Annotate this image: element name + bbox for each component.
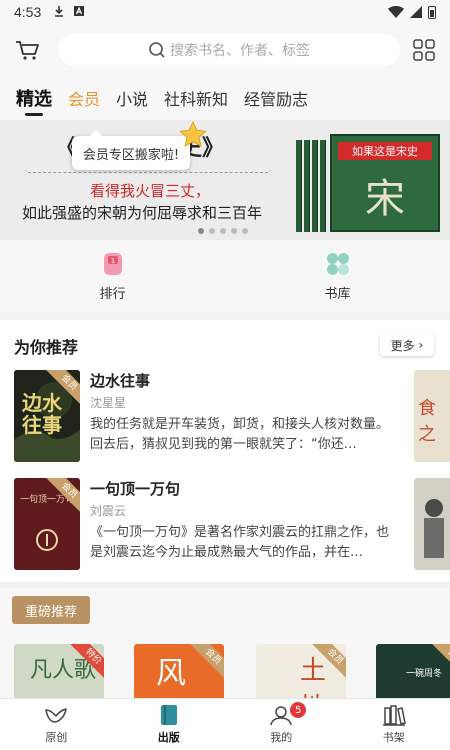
svg-text:1: 1 <box>110 257 114 265</box>
featured-book-cover[interactable]: 一碗周冬 会员 <box>376 644 450 698</box>
nav-original-label: 原创 <box>45 731 68 744</box>
more-button[interactable]: 更多 › <box>380 334 434 356</box>
featured-tag: 重磅推荐 <box>12 596 90 624</box>
pagination-dot <box>198 228 204 234</box>
featured-cover-title: 风 <box>156 656 186 691</box>
tab-business[interactable]: 经管励志 <box>236 76 316 120</box>
library-entry[interactable]: 书库 <box>225 240 450 312</box>
nav-original[interactable]: 原创 <box>0 699 113 750</box>
library-icon <box>326 252 349 275</box>
bird-icon <box>45 708 67 723</box>
book-author: 刘震云 <box>90 504 127 518</box>
search-input[interactable]: 搜索书名、作者、标签 <box>58 34 400 66</box>
vip-ribbon: 会员 <box>190 644 224 680</box>
top-bar: 搜索书名、作者、标签 <box>0 24 450 76</box>
nav-bookshelf-label: 书架 <box>382 731 405 744</box>
nav-mine[interactable]: 我的 5 <box>225 699 338 750</box>
book-cover: 边水往事 会员 <box>14 370 80 462</box>
recommend-heading: 为你推荐 <box>14 338 79 357</box>
nav-publish-label: 出版 <box>157 731 180 744</box>
banner-red-line: 看得我火冒三丈， <box>90 182 211 200</box>
featured-book-cover[interactable]: 风 会员 <box>134 644 224 698</box>
book-icon <box>160 705 177 725</box>
tab-featured[interactable]: 精选 <box>8 76 60 120</box>
book-item[interactable]: 一句顶一万句 会员 一句顶一万句 刘震云 《一句顶一万句》是著名作家刘震云的扛鼎… <box>14 478 414 570</box>
book-description: 我的任务就是开车装货，卸货，和接头人核对数量。回去后，猜叔见到我的第一眼就笑了：… <box>90 417 390 452</box>
quick-entries: 1 排行 书库 <box>0 240 450 312</box>
next-book-cover-title: 食之 <box>418 398 436 445</box>
chevron-right-icon: › <box>414 338 424 352</box>
nav-mine-label: 我的 <box>270 731 293 744</box>
next-book-cover[interactable]: 食之 <box>414 370 450 462</box>
banner-black-line: 如此强盛的宋朝为何屈辱求和三百年 <box>22 204 263 222</box>
book-item[interactable]: 边水往事 会员 边水往事 沈星星 我的任务就是开车装货，卸货，和接头人核对数量。… <box>14 370 414 462</box>
banner-pagination <box>198 228 248 234</box>
battery-icon <box>428 5 436 19</box>
wifi-icon <box>388 6 404 18</box>
vip-moved-tooltip[interactable]: 会员专区搬家啦! <box>72 130 190 170</box>
book-title: 边水往事 <box>90 372 151 390</box>
category-grid-icon[interactable] <box>412 38 436 62</box>
tab-novel[interactable]: 小说 <box>108 76 156 120</box>
star-icon <box>179 120 207 148</box>
download-icon <box>53 5 65 20</box>
nav-publish[interactable]: 出版 <box>113 699 226 750</box>
search-placeholder: 搜索书名、作者、标签 <box>170 43 310 59</box>
status-bar: 4:53 <box>0 0 450 24</box>
search-icon <box>149 42 165 58</box>
next-book-cover[interactable] <box>414 478 450 570</box>
recommend-section: 为你推荐 更多 › 边水往事 会员 边水往事 沈星星 我的任务就是开车装货，卸货… <box>0 320 450 582</box>
banner-divider <box>28 172 268 173</box>
nav-bookshelf[interactable]: 书架 <box>338 699 450 750</box>
book-cover-title: 边水往事 <box>22 391 62 437</box>
tab-social-science[interactable]: 社科新知 <box>156 76 236 120</box>
ranking-entry[interactable]: 1 排行 <box>0 240 225 312</box>
category-tabs: 精选 会员 小说 社科新知 经管励志 <box>0 76 450 120</box>
book-title: 一句顶一万句 <box>90 480 181 498</box>
library-label: 书库 <box>324 286 351 302</box>
ranking-label: 排行 <box>99 286 126 302</box>
bookshelf-icon <box>382 705 406 726</box>
cart-icon[interactable] <box>14 37 40 63</box>
featured-book-cover[interactable]: 土地 会员 <box>256 644 346 698</box>
promo-banner[interactable]: 《 史》 看得我火冒三丈， 如此强盛的宋朝为何屈辱求和三百年 如果这是宋史 宋 … <box>0 120 450 240</box>
banner-book-title: 如果这是宋史 <box>338 142 432 160</box>
pagination-dot <box>242 228 248 234</box>
status-time: 4:53 <box>14 4 42 20</box>
featured-cover-title: 一碗周冬 <box>406 669 443 679</box>
banner-book-char: 宋 <box>365 176 405 222</box>
tab-vip[interactable]: 会员 <box>60 76 108 120</box>
signal-icon <box>410 6 422 18</box>
featured-book-cover[interactable]: 凡人歌 特价 <box>14 644 104 698</box>
ranking-icon: 1 <box>103 252 122 275</box>
notification-badge: 5 <box>290 702 307 718</box>
pagination-dot <box>231 228 237 234</box>
more-label: 更多 <box>390 338 415 353</box>
book-author: 沈星星 <box>90 396 127 410</box>
featured-section: 重磅推荐 凡人歌 特价 风 会员 土地 会员 一碗周冬 会员 <box>0 588 450 698</box>
pagination-dot <box>220 228 226 234</box>
pagination-dot <box>209 228 215 234</box>
notification-a-icon <box>73 5 85 20</box>
bottom-nav: 原创 出版 我的 5 书架 <box>0 698 450 750</box>
banner-book-image: 如果这是宋史 宋 <box>296 130 446 234</box>
book-description: 《一句顶一万句》是著名作家刘震云的扛鼎之作，也是刘震云迄今为止最成熟最大气的作品… <box>90 525 390 560</box>
book-cover: 一句顶一万句 会员 <box>14 478 80 570</box>
